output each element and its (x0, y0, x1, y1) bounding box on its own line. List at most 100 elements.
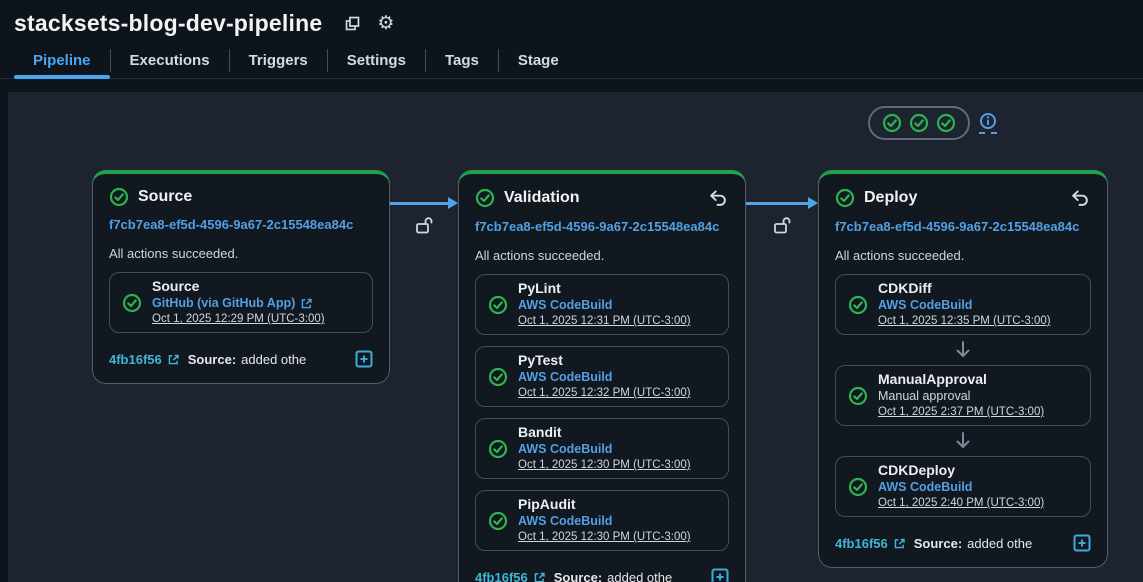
stage-status-text: All actions succeeded. (109, 246, 373, 261)
unlocked-transition-icon[interactable] (413, 214, 435, 236)
action-timestamp[interactable]: Oct 1, 2025 2:37 PM (UTC-3:00) (878, 405, 1044, 420)
pipeline-visualization-panel: Source f7cb7ea8-ef5d-4596-9a67-2c15548ea… (8, 92, 1143, 582)
success-check-icon (488, 295, 508, 315)
action-box: CDKDiff AWS CodeBuild Oct 1, 2025 12:35 … (835, 274, 1091, 335)
success-check-icon (848, 386, 868, 406)
success-check-icon (488, 511, 508, 531)
success-check-icon (936, 113, 956, 133)
action-provider-link[interactable]: AWS CodeBuild (518, 441, 691, 458)
action-box: PyTest AWS CodeBuild Oct 1, 2025 12:32 P… (475, 346, 729, 407)
commit-source-label: Source: (914, 536, 962, 551)
copy-icon (344, 15, 361, 32)
action-name: PipAudit (518, 496, 691, 513)
page-header: stacksets-blog-dev-pipeline ⚙ (0, 0, 1143, 38)
stage-header: Deploy (835, 187, 1091, 209)
stage-transition (390, 197, 458, 236)
copy-pipeline-name-button[interactable] (344, 15, 361, 32)
action-timestamp[interactable]: Oct 1, 2025 2:40 PM (UTC-3:00) (878, 496, 1044, 511)
action-box: PipAudit AWS CodeBuild Oct 1, 2025 12:30… (475, 490, 729, 551)
action-provider-link[interactable]: AWS CodeBuild (518, 513, 691, 530)
external-link-icon (533, 571, 546, 582)
success-check-icon (909, 113, 929, 133)
tab-triggers[interactable]: Triggers (230, 43, 327, 78)
success-check-icon (848, 477, 868, 497)
page-title: stacksets-blog-dev-pipeline (14, 10, 322, 37)
tab-settings[interactable]: Settings (328, 43, 425, 78)
expand-details-button[interactable] (355, 350, 373, 368)
commit-message: added othe (607, 570, 672, 582)
action-box: CDKDeploy AWS CodeBuild Oct 1, 2025 2:40… (835, 456, 1091, 517)
action-box: PyLint AWS CodeBuild Oct 1, 2025 12:31 P… (475, 274, 729, 335)
action-provider-link[interactable]: AWS CodeBuild (878, 297, 1051, 314)
action-sequence-arrow-icon (835, 337, 1091, 363)
success-check-icon (835, 188, 855, 208)
action-timestamp[interactable]: Oct 1, 2025 12:35 PM (UTC-3:00) (878, 314, 1051, 329)
success-check-icon (488, 439, 508, 459)
stage-footer: 4fb16f56 Source: added othe (475, 568, 729, 582)
execution-id-link[interactable]: f7cb7ea8-ef5d-4596-9a67-2c15548ea84c (475, 219, 729, 234)
stage-header: Validation (475, 187, 729, 209)
execution-id-link[interactable]: f7cb7ea8-ef5d-4596-9a67-2c15548ea84c (835, 219, 1091, 234)
stage-header: Source (109, 187, 373, 207)
commit-message: added othe (967, 536, 1032, 551)
action-timestamp[interactable]: Oct 1, 2025 12:31 PM (UTC-3:00) (518, 314, 691, 329)
action-name: CDKDeploy (878, 462, 1044, 479)
stage-name: Deploy (864, 189, 917, 207)
action-provider-link[interactable]: AWS CodeBuild (518, 297, 691, 314)
unlocked-transition-icon[interactable] (771, 214, 793, 236)
action-name: CDKDiff (878, 280, 1051, 297)
success-check-icon (848, 295, 868, 315)
tab-stage[interactable]: Stage (499, 43, 578, 78)
action-box: Source GitHub (via GitHub App) Oct 1, 20… (109, 272, 373, 333)
action-name: Bandit (518, 424, 691, 441)
action-provider-text: Manual approval (878, 388, 1044, 405)
retry-stage-icon[interactable] (1069, 187, 1091, 209)
action-timestamp[interactable]: Oct 1, 2025 12:30 PM (UTC-3:00) (518, 458, 691, 473)
gear-icon: ⚙ (377, 14, 394, 33)
action-box: Bandit AWS CodeBuild Oct 1, 2025 12:30 P… (475, 418, 729, 479)
pipeline-settings-button[interactable]: ⚙ (377, 14, 394, 33)
execution-id-link[interactable]: f7cb7ea8-ef5d-4596-9a67-2c15548ea84c (109, 217, 373, 232)
success-check-icon (109, 187, 129, 207)
retry-stage-icon[interactable] (707, 187, 729, 209)
action-sequence-arrow-icon (835, 428, 1091, 454)
pipeline-status-summary (868, 106, 997, 140)
action-box: ManualApproval Manual approval Oct 1, 20… (835, 365, 1091, 426)
info-icon[interactable] (979, 112, 997, 134)
tab-pipeline[interactable]: Pipeline (14, 43, 110, 78)
stage-footer: 4fb16f56 Source: added othe (835, 534, 1091, 552)
expand-details-button[interactable] (1073, 534, 1091, 552)
transition-arrow-icon (390, 197, 458, 209)
stage-name: Source (138, 188, 192, 206)
tab-bar: Pipeline Executions Triggers Settings Ta… (0, 43, 1143, 79)
commit-link[interactable]: 4fb16f56 (835, 536, 906, 551)
action-timestamp[interactable]: Oct 1, 2025 12:30 PM (UTC-3:00) (518, 530, 691, 545)
commit-source-label: Source: (554, 570, 602, 582)
action-name: Source (152, 278, 325, 295)
stage-status-text: All actions succeeded. (475, 248, 729, 263)
success-check-icon (882, 113, 902, 133)
success-check-icon (122, 293, 142, 313)
stage-card-deploy: Deploy f7cb7ea8-ef5d-4596-9a67-2c15548ea… (818, 170, 1108, 568)
action-provider-link[interactable]: AWS CodeBuild (518, 369, 691, 386)
action-provider-link[interactable]: GitHub (via GitHub App) (152, 295, 325, 312)
action-timestamp[interactable]: Oct 1, 2025 12:29 PM (UTC-3:00) (152, 312, 325, 327)
transition-arrow-icon (746, 197, 818, 209)
tab-tags[interactable]: Tags (426, 43, 498, 78)
action-provider-link[interactable]: AWS CodeBuild (878, 479, 1044, 496)
stage-status-pill (868, 106, 970, 140)
tab-executions[interactable]: Executions (111, 43, 229, 78)
stages-row: Source f7cb7ea8-ef5d-4596-9a67-2c15548ea… (8, 92, 1143, 582)
stage-card-source: Source f7cb7ea8-ef5d-4596-9a67-2c15548ea… (92, 170, 390, 384)
action-timestamp[interactable]: Oct 1, 2025 12:32 PM (UTC-3:00) (518, 386, 691, 401)
success-check-icon (488, 367, 508, 387)
external-link-icon (300, 297, 313, 310)
expand-details-button[interactable] (711, 568, 729, 582)
commit-link[interactable]: 4fb16f56 (475, 570, 546, 582)
stage-name: Validation (504, 189, 580, 207)
commit-link[interactable]: 4fb16f56 (109, 352, 180, 367)
stage-card-validation: Validation f7cb7ea8-ef5d-4596-9a67-2c155… (458, 170, 746, 582)
external-link-icon (893, 537, 906, 550)
action-name: PyTest (518, 352, 691, 369)
stage-footer: 4fb16f56 Source: added othe (109, 350, 373, 368)
